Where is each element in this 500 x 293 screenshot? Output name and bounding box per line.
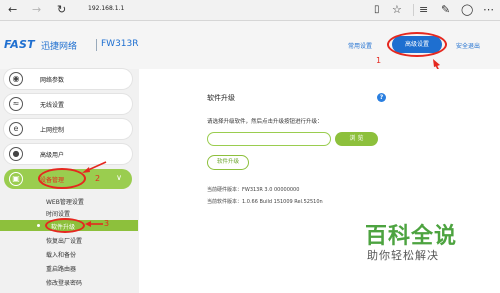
- annotation-circle-advanced: [387, 32, 447, 57]
- sidebar-item-label: 网络参数: [40, 77, 65, 84]
- forward-icon[interactable]: →: [32, 3, 41, 17]
- sidebar-sub-web-management[interactable]: WEB管理设置: [46, 197, 84, 206]
- software-version: 当前软件版本：1.0.66 Build 151009 Rel.52510n: [207, 199, 323, 205]
- page-title: 软件升级: [207, 94, 235, 102]
- logout-link[interactable]: 安全退出: [456, 41, 480, 50]
- share-icon[interactable]: ◯: [461, 3, 473, 17]
- note-icon[interactable]: ✎: [441, 3, 450, 17]
- back-icon[interactable]: ←: [8, 3, 17, 17]
- router-header: FAST 迅捷网络 FW313R 常用设置 高级设置 安全退出 1: [0, 21, 500, 86]
- hardware-version: 当前硬件版本：FW313R 3.0 00000000: [207, 187, 300, 193]
- globe-icon: ◉: [9, 72, 23, 86]
- favorite-star-icon[interactable]: ☆: [392, 3, 402, 17]
- sidebar-item-label: 上网控制: [40, 127, 65, 134]
- active-dot-icon: [37, 224, 40, 227]
- sidebar-item-internet-control[interactable]: e 上网控制: [4, 119, 132, 139]
- wifi-icon: ≈: [9, 97, 23, 111]
- refresh-icon[interactable]: ↻: [57, 3, 66, 17]
- sidebar-sub-change-password[interactable]: 修改登录密码: [46, 278, 82, 287]
- logo-divider: [96, 39, 97, 51]
- reading-view-icon[interactable]: ▯: [374, 3, 380, 17]
- favorites-hub-icon[interactable]: ≡: [419, 3, 428, 17]
- annotation-step-3: 3: [104, 219, 110, 228]
- model-name: FW313R: [101, 39, 139, 49]
- common-settings-link[interactable]: 常用设置: [348, 41, 372, 50]
- watermark: 百科全说 助你轻松解决: [365, 218, 499, 265]
- device-icon: ▣: [9, 172, 23, 186]
- annotation-step-2: 2: [95, 174, 101, 183]
- address-bar[interactable]: 192.168.1.1: [88, 5, 124, 12]
- upgrade-button[interactable]: 软件升级: [207, 155, 249, 170]
- sidebar-sub-reboot[interactable]: 重启路由器: [46, 264, 76, 273]
- user-icon: ●: [9, 147, 23, 161]
- annotation-circle-device: [38, 168, 86, 189]
- sidebar-item-label: 无线设置: [40, 102, 65, 109]
- annotation-step-1: 1: [376, 56, 382, 65]
- browser-toolbar: ← → ↻ 192.168.1.1 ▯ ☆ ≡ ✎ ◯ ⋯: [0, 0, 500, 21]
- logo-cn: 迅捷网络: [41, 42, 78, 52]
- chevron-down-icon: ∨: [116, 173, 122, 182]
- sidebar-item-advanced-user[interactable]: ● 高级用户: [4, 144, 132, 164]
- annotation-circle-upgrade: [45, 218, 85, 233]
- upgrade-file-input[interactable]: [207, 132, 331, 146]
- help-icon[interactable]: ?: [377, 93, 386, 102]
- annotation-arrow-3: [85, 221, 103, 227]
- sidebar-sub-load-backup[interactable]: 载入和备份: [46, 250, 76, 259]
- watermark-title: 百科全说: [365, 224, 458, 249]
- ie-icon: e: [9, 122, 23, 136]
- sidebar-sub-time-settings[interactable]: 时间设置: [46, 209, 70, 218]
- sidebar-item-label: 高级用户: [40, 152, 65, 159]
- sidebar-item-wireless[interactable]: ≈ 无线设置: [4, 94, 132, 114]
- logo-brand: FAST: [4, 38, 35, 51]
- browse-button[interactable]: 浏 览: [335, 132, 378, 146]
- sidebar-item-network[interactable]: ◉ 网络参数: [4, 69, 132, 89]
- annotation-arrow-2: [82, 161, 107, 173]
- sidebar-sub-factory-reset[interactable]: 恢复出厂设置: [46, 236, 82, 245]
- more-icon[interactable]: ⋯: [483, 3, 494, 17]
- upgrade-instruction: 请选择升级软件，然后点击升级按钮进行升级：: [207, 119, 323, 125]
- watermark-subtitle: 助你轻松解决: [367, 249, 439, 262]
- toolbar-divider: [413, 4, 414, 16]
